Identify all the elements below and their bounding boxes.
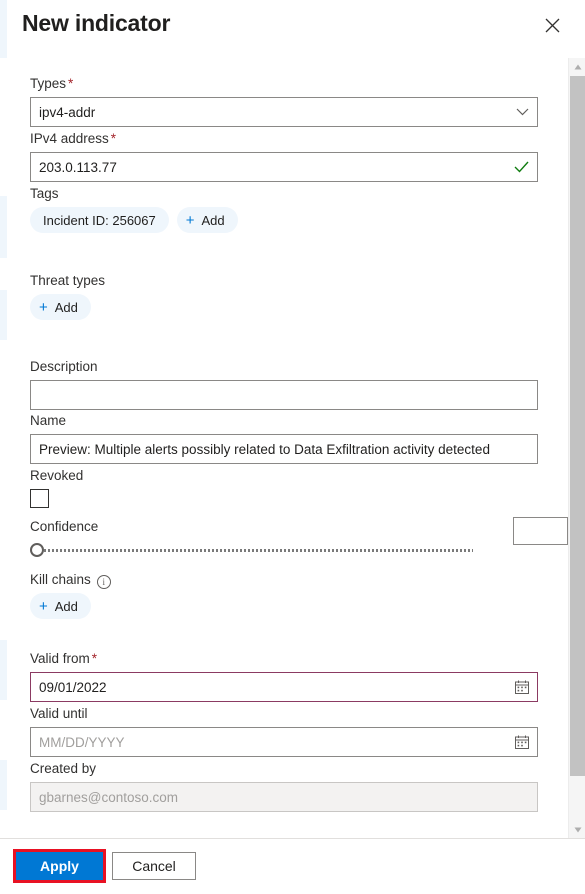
- types-value: ipv4-addr: [39, 104, 96, 120]
- valid-from-value: 09/01/2022: [39, 679, 107, 695]
- valid-from-input-wrap[interactable]: 09/01/2022: [30, 672, 538, 702]
- apply-button[interactable]: Apply: [16, 852, 103, 880]
- field-tags: Tags Incident ID: 256067 + Add: [30, 185, 238, 233]
- field-revoked: Revoked: [30, 467, 83, 508]
- vertical-scrollbar[interactable]: [568, 58, 585, 838]
- created-by-value: gbarnes@contoso.com: [39, 789, 179, 805]
- apply-button-highlight: Apply: [13, 849, 106, 883]
- chevron-down-icon: [516, 108, 529, 116]
- check-icon: [514, 161, 529, 173]
- revoked-label: Revoked: [30, 468, 84, 483]
- plus-icon: +: [39, 298, 48, 316]
- kill-chains-label: Kill chains: [30, 572, 91, 587]
- name-label: Name: [30, 413, 67, 428]
- tags-label: Tags: [30, 186, 59, 201]
- tags-add-label: Add: [201, 212, 225, 228]
- plus-icon: +: [39, 597, 48, 615]
- ipv4-address-label: IPv4 address *: [30, 131, 117, 146]
- valid-until-input-wrap[interactable]: MM/DD/YYYY: [30, 727, 538, 757]
- kill-chains-add-label: Add: [54, 598, 78, 614]
- calendar-icon: [515, 735, 529, 749]
- scrollbar-thumb[interactable]: [570, 76, 585, 776]
- valid-until-label: Valid until: [30, 706, 88, 721]
- close-icon[interactable]: [539, 12, 565, 38]
- ipv4-address-value: 203.0.113.77: [39, 159, 117, 175]
- confidence-slider-row: [30, 517, 568, 560]
- types-label: Types *: [30, 76, 74, 91]
- tag-pill[interactable]: Incident ID: 256067: [30, 207, 169, 233]
- description-input-wrap[interactable]: [30, 380, 538, 410]
- field-threat-types: Threat types + Add: [30, 272, 105, 320]
- ipv4-address-input-wrap[interactable]: 203.0.113.77: [30, 152, 538, 182]
- calendar-icon: [515, 680, 529, 694]
- confidence-slider-thumb[interactable]: [30, 543, 44, 557]
- threat-types-pill-row: + Add: [30, 294, 105, 320]
- field-kill-chains: Kill chains i + Add: [30, 571, 111, 619]
- created-by-label: Created by: [30, 761, 97, 776]
- field-name: Name Preview: Multiple alerts possibly r…: [30, 412, 538, 464]
- field-ipv4-address: IPv4 address * 203.0.113.77: [30, 130, 538, 182]
- kill-chains-add-button[interactable]: + Add: [30, 593, 91, 619]
- field-types: Types * ipv4-addr: [30, 75, 538, 127]
- tags-pill-row: Incident ID: 256067 + Add: [30, 207, 238, 233]
- field-confidence: Confidence: [30, 517, 568, 560]
- name-value: Preview: Multiple alerts possibly relate…: [39, 441, 490, 457]
- kill-chains-label-row: Kill chains i: [30, 571, 111, 589]
- revoked-checkbox[interactable]: [30, 489, 49, 508]
- valid-until-placeholder: MM/DD/YYYY: [39, 734, 125, 750]
- panel-header: New indicator: [0, 0, 585, 58]
- caret-down-icon[interactable]: [569, 821, 585, 838]
- panel-footer: Apply Cancel: [0, 838, 585, 894]
- threat-types-add-button[interactable]: + Add: [30, 294, 91, 320]
- description-label: Description: [30, 359, 98, 374]
- info-icon[interactable]: i: [96, 575, 111, 589]
- confidence-slider[interactable]: [30, 540, 473, 560]
- types-dropdown[interactable]: ipv4-addr: [30, 97, 538, 127]
- page-title: New indicator: [22, 10, 171, 36]
- threat-types-add-label: Add: [54, 299, 78, 315]
- confidence-label: Confidence: [30, 519, 99, 534]
- created-by-input-wrap: gbarnes@contoso.com: [30, 782, 538, 812]
- confidence-slider-track: [44, 549, 473, 552]
- form-scroll-area: Types * ipv4-addr IPv4 address * 203.0.113…: [0, 58, 585, 838]
- field-valid-from: Valid from * 09/01/2022: [30, 650, 538, 702]
- name-input-wrap[interactable]: Preview: Multiple alerts possibly relate…: [30, 434, 538, 464]
- threat-types-label: Threat types: [30, 273, 106, 288]
- caret-up-icon[interactable]: [569, 58, 585, 75]
- kill-chains-pill-row: + Add: [30, 593, 111, 619]
- tags-add-button[interactable]: + Add: [176, 207, 238, 233]
- confidence-number-input[interactable]: [513, 517, 568, 545]
- cancel-button[interactable]: Cancel: [112, 852, 196, 880]
- field-valid-until: Valid until MM/DD/YYYY: [30, 705, 538, 757]
- field-description: Description: [30, 358, 538, 410]
- field-created-by: Created by gbarnes@contoso.com: [30, 760, 538, 812]
- valid-from-label: Valid from *: [30, 651, 98, 666]
- plus-icon: +: [185, 211, 195, 229]
- new-indicator-panel: New indicator Types * ipv4-addr IPv4 addr…: [0, 0, 585, 894]
